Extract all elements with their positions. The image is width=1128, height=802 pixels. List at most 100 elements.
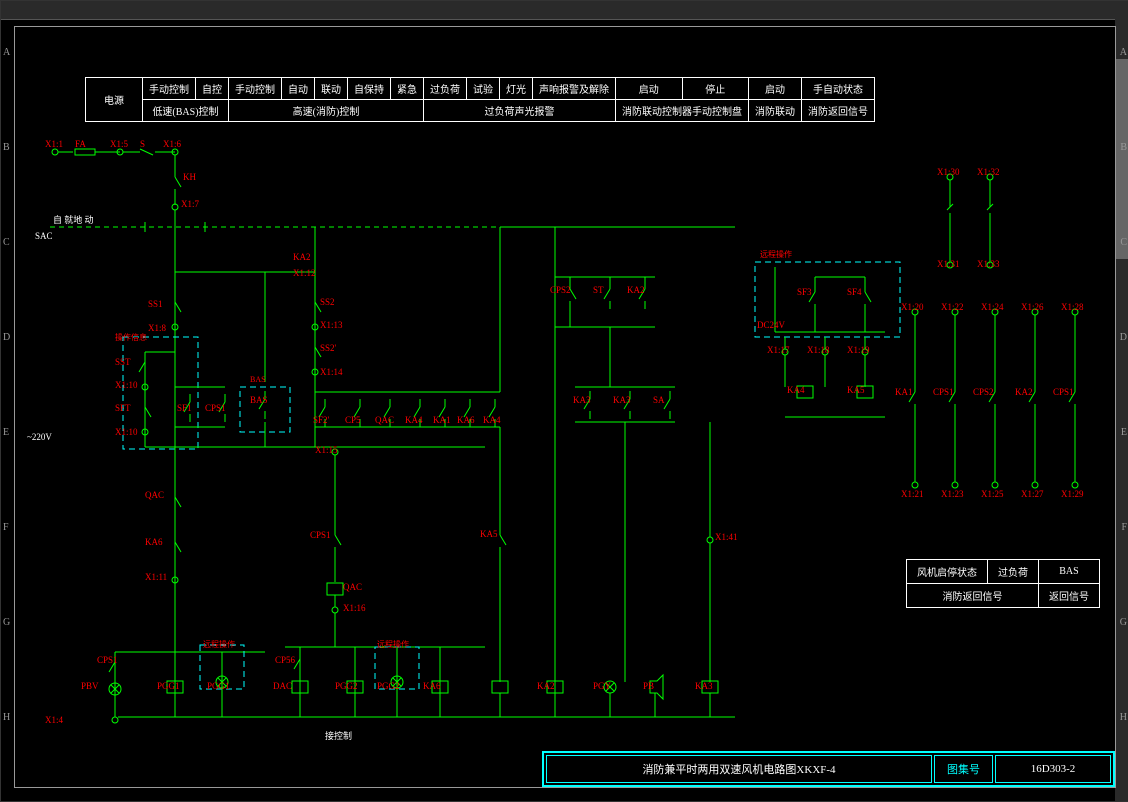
- lbl-cps1e: CPS1: [97, 655, 118, 665]
- lbl-ka3c: KA3: [695, 681, 713, 691]
- lbl-kh: KH: [183, 172, 196, 182]
- drawing-canvas[interactable]: 电源 手动控制 自控 手动控制 自动 联动 自保持 紧急 过负荷 试验 灯光 声…: [14, 26, 1116, 788]
- lbl-remote: 远程操作: [760, 249, 792, 260]
- lbl-x14: X1:4: [45, 715, 63, 725]
- lbl-cp56: CP56: [275, 655, 295, 665]
- lbl-pbv: PBV: [81, 681, 99, 691]
- lbl-x124: X1:24: [981, 302, 1004, 312]
- lbl-x113: X1:13: [320, 320, 343, 330]
- lbl-note: 操作信息: [115, 332, 147, 343]
- lbl-cps2: CPS2: [550, 285, 571, 295]
- lbl-qac: QAC: [145, 490, 164, 500]
- viewport: 电源 手动控制 自控 手动控制 自动 联动 自保持 紧急 过负荷 试验 灯光 声…: [0, 0, 1128, 802]
- lbl-x129: X1:29: [1061, 489, 1084, 499]
- lbl-x119: X1:19: [847, 345, 870, 355]
- lbl-ka5: KA5: [480, 529, 498, 539]
- lbl-cps1b: CPS1: [310, 530, 331, 540]
- lbl-cps1: CPS1: [205, 403, 226, 413]
- lbl-sf4: SF4: [847, 287, 862, 297]
- lbl-qac2: QAC: [375, 415, 394, 425]
- lbl-x11: X1:1: [45, 139, 63, 149]
- lbl-ss1: SS1: [148, 299, 163, 309]
- lbl-ka2b: KA2: [627, 285, 645, 295]
- lbl-x118: X1:18: [807, 345, 830, 355]
- lbl-pgy: PGY: [593, 681, 611, 691]
- lbl-ka4c: KA4: [787, 385, 805, 395]
- lbl-x17: X1:7: [181, 199, 199, 209]
- lbl-ka4b: KA4: [483, 415, 501, 425]
- lbl-ka3: KA3: [573, 395, 591, 405]
- lbl-x141: X1:41: [715, 532, 738, 542]
- grid-letter-left: A: [3, 47, 10, 58]
- grid-letter-right: F: [1121, 522, 1127, 533]
- grid-letter-right: G: [1120, 617, 1127, 628]
- lbl-pb: PB: [643, 681, 654, 691]
- lbl-x15: X1:5: [110, 139, 128, 149]
- lbl-pgg2b: PGG2: [377, 681, 400, 691]
- lbl-x126: X1:26: [1021, 302, 1044, 312]
- grid-letter-right: C: [1120, 237, 1127, 248]
- lbl-ka1b: KA1: [895, 387, 913, 397]
- lbl-ka4: KA4: [405, 415, 423, 425]
- scrollbar-vertical[interactable]: [1115, 19, 1128, 801]
- lbl-x110b: X1:10: [115, 427, 138, 437]
- lbl-ka1: KA1: [433, 415, 451, 425]
- lbl-x115: X1:15: [315, 445, 338, 455]
- lbl-x112: X1:12: [293, 268, 316, 278]
- lbl-ka3b: KA3: [613, 395, 631, 405]
- grid-letter-left: C: [3, 237, 10, 248]
- lbl-sa: SA: [653, 395, 665, 405]
- lbl-220v: ~220V: [27, 432, 52, 442]
- lbl-x16: X1:6: [163, 139, 181, 149]
- title-code: 16D303-2: [995, 755, 1111, 783]
- lbl-pgg2: PGG2: [335, 681, 358, 691]
- title-col-label: 图集号: [934, 755, 993, 783]
- lbl-qacb: QAC: [343, 582, 362, 592]
- lbl-bas2: BAS: [250, 375, 266, 384]
- lbl-sf2: SF2': [313, 415, 329, 425]
- grid-letter-left: E: [3, 427, 9, 438]
- grid-letter-left: B: [3, 142, 10, 153]
- lbl-x114: X1:14: [320, 367, 343, 377]
- lbl-x132: X1:32: [977, 167, 1000, 177]
- lbl-x120: X1:20: [901, 302, 924, 312]
- grid-letter-left: H: [3, 712, 10, 723]
- grid-letter-right: E: [1121, 427, 1127, 438]
- lbl-sac: SAC: [35, 231, 53, 241]
- lbl-pgg2r: 远程操作: [377, 639, 409, 650]
- lbl-bas: BAS: [250, 395, 268, 405]
- lbl-x127: X1:27: [1021, 489, 1044, 499]
- lbl-sft: SFT: [115, 403, 131, 413]
- lbl-cps2b: CPS2: [973, 387, 994, 397]
- lbl-ka6b: KA6: [457, 415, 475, 425]
- lbl-ka5b: KA5: [847, 385, 865, 395]
- lbl-cp5: CP5: [345, 415, 361, 425]
- return-signal-table: 风机启停状态 过负荷 BAS 消防返回信号 返回信号: [906, 559, 1100, 608]
- lbl-x111: X1:11: [145, 572, 167, 582]
- lbl-pgg1: PGG1: [207, 681, 230, 691]
- title-text: 消防兼平时两用双速风机电路图XKXF-4: [546, 755, 932, 783]
- lbl-ka2c: KA2: [537, 681, 555, 691]
- lbl-sac-note: 自 就地 动: [53, 213, 94, 226]
- lbl-pgg1t: 远程操作: [203, 639, 235, 650]
- lbl-ka2d: KA2: [1015, 387, 1033, 397]
- grid-letter-left: G: [3, 617, 10, 628]
- lbl-dc24: DC24V: [757, 320, 785, 330]
- lbl-cps1c: CPS1: [933, 387, 954, 397]
- grid-letter-right: A: [1120, 47, 1127, 58]
- lbl-fa: FA: [75, 139, 86, 149]
- lbl-ka2: KA2: [293, 252, 311, 262]
- title-block: 消防兼平时两用双速风机电路图XKXF-4 图集号 16D303-2: [542, 751, 1115, 787]
- lbl-bottom-note: 接控制: [325, 729, 352, 742]
- lbl-x122: X1:22: [941, 302, 964, 312]
- grid-letter-left: D: [3, 332, 10, 343]
- lbl-x128: X1:28: [1061, 302, 1084, 312]
- lbl-dac: DAC: [273, 681, 292, 691]
- lbl-sf1: SF1: [177, 403, 192, 413]
- lbl-x131: X1:31: [937, 259, 960, 269]
- lbl-x133: X1:33: [977, 259, 1000, 269]
- lbl-x125: X1:25: [981, 489, 1004, 499]
- lbl-ss2: SS2: [320, 297, 335, 307]
- grid-letter-right: H: [1120, 712, 1127, 723]
- grid-letter-right: D: [1120, 332, 1127, 343]
